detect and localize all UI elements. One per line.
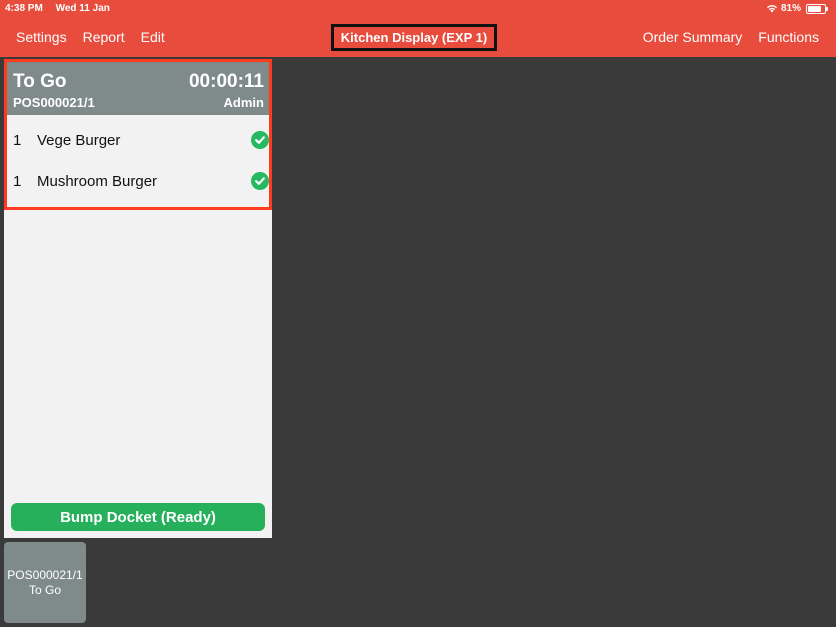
status-bar-left: 4:38 PM Wed 11 Jan	[5, 3, 120, 14]
item-quantity: 1	[13, 172, 22, 190]
battery-percent: 81%	[780, 3, 801, 14]
bump-docket-button[interactable]: Bump Docket (Ready)	[11, 503, 265, 531]
status-date: Wed 11 Jan	[55, 3, 110, 14]
thumbnail-order-number: POS000021/1	[7, 567, 83, 582]
docket-order-number: POS000021/1	[13, 95, 95, 110]
thumbnail-order-type: To Go	[28, 582, 61, 597]
docket-card[interactable]: To Go POS000021/1 00:00:11 Admin 1 Vege …	[4, 60, 272, 538]
docket-header: To Go POS000021/1 00:00:11 Admin	[4, 60, 272, 115]
docket-user: Admin	[223, 95, 264, 110]
nav-report[interactable]: Report	[83, 29, 125, 45]
docket-timer: 00:00:11	[188, 71, 264, 92]
item-name: Mushroom Burger	[37, 172, 158, 190]
status-bar-right: 81%	[766, 3, 828, 14]
docket-item[interactable]: 1 Mushroom Burger	[4, 161, 272, 201]
nav-settings[interactable]: Settings	[16, 29, 67, 45]
wifi-icon	[766, 5, 777, 13]
page-title: Kitchen Display (EXP 1)	[331, 24, 497, 51]
docket-thumbnail[interactable]: POS000021/1 To Go	[4, 542, 86, 623]
nav-right: Order Summary Functions	[643, 29, 819, 45]
check-circle-icon[interactable]	[251, 131, 269, 149]
nav-left: Settings Report Edit	[16, 29, 165, 45]
item-quantity: 1	[13, 131, 22, 149]
item-name: Vege Burger	[37, 131, 121, 149]
nav-edit[interactable]: Edit	[141, 29, 165, 45]
page-title-text: Kitchen Display (EXP 1)	[340, 30, 488, 45]
check-circle-icon[interactable]	[251, 172, 269, 190]
docket-item[interactable]: 1 Vege Burger	[4, 120, 272, 160]
status-time: 4:38 PM	[5, 3, 43, 14]
nav-order-summary[interactable]: Order Summary	[643, 29, 743, 45]
docket-order-type: To Go	[13, 71, 67, 92]
top-bar: 4:38 PM Wed 11 Jan 81% Settings Report E…	[0, 0, 836, 57]
nav-functions[interactable]: Functions	[758, 29, 819, 45]
battery-icon	[806, 3, 828, 14]
